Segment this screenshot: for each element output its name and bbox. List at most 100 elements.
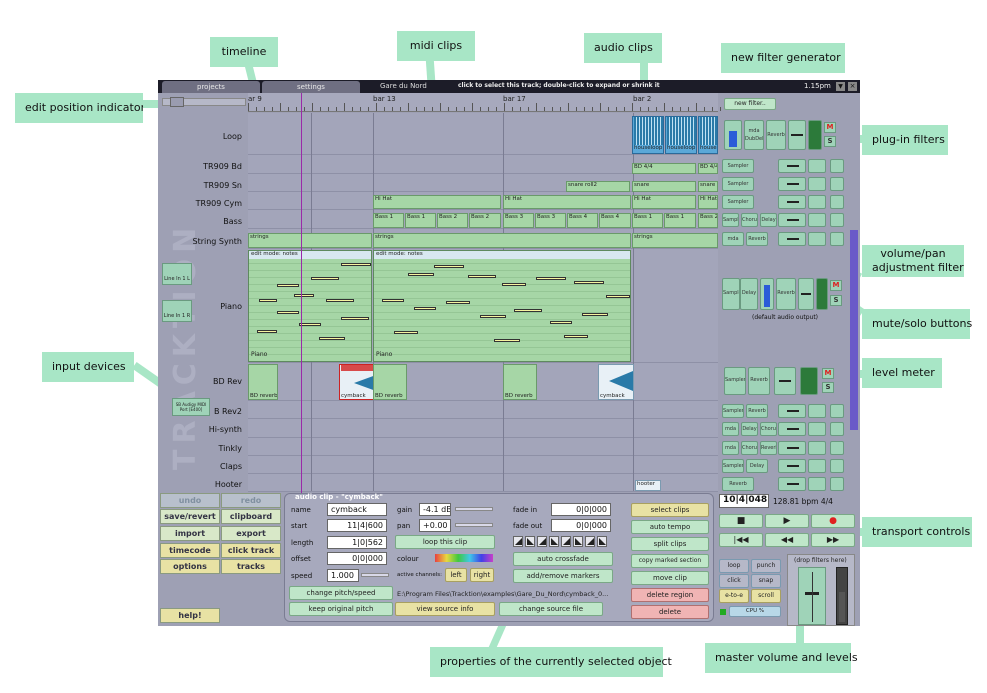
export-button[interactable]: export <box>221 526 281 541</box>
pan-slider[interactable] <box>455 523 493 527</box>
select-clips-button[interactable]: select clips <box>631 503 709 517</box>
lane-claps[interactable] <box>248 456 718 474</box>
midi-clip-bass-2[interactable]: Bass 2 <box>437 213 468 228</box>
mute-button[interactable]: M <box>822 368 834 379</box>
fade-shape-button[interactable] <box>561 536 571 547</box>
midi-note[interactable] <box>319 337 345 340</box>
plugin-level-meter[interactable] <box>808 404 826 418</box>
plugin-volume-pan[interactable] <box>778 477 806 491</box>
audio-clip-cymback[interactable]: cymback <box>598 364 634 400</box>
plugin-indicator[interactable] <box>830 195 844 209</box>
plugin-level-meter[interactable] <box>800 367 818 395</box>
right-channel-button[interactable]: right <box>470 568 494 582</box>
save-revert-button[interactable]: save/revert <box>160 509 220 524</box>
plugin-sampler[interactable]: Sampler <box>722 213 739 227</box>
track-name-tinkly[interactable]: Tinkly <box>158 444 246 453</box>
midi-note[interactable] <box>382 299 404 302</box>
plugin-sampler[interactable]: Sampler <box>722 159 754 173</box>
midi-note[interactable] <box>341 263 371 266</box>
clipboard-button[interactable]: clipboard <box>221 509 281 524</box>
track-name-bass[interactable]: Bass <box>158 217 246 226</box>
midi-clip-snare-roll[interactable]: snare roll2 <box>566 181 630 192</box>
track-scrollbar[interactable] <box>850 230 858 430</box>
midi-clip-bass-1[interactable]: Bass 1 <box>405 213 436 228</box>
split-clips-button[interactable]: split clips <box>631 537 709 551</box>
import-button[interactable]: import <box>160 526 220 541</box>
gain-slider[interactable] <box>455 507 493 511</box>
fade-shape-button[interactable] <box>525 536 535 547</box>
colour-picker[interactable] <box>435 554 493 562</box>
lane-bd-rev[interactable] <box>248 363 718 401</box>
midi-note[interactable] <box>408 273 434 276</box>
minimize-icon[interactable]: ▼ <box>836 82 845 91</box>
plugin-level-meter[interactable] <box>808 232 826 246</box>
move-clip-button[interactable]: move clip <box>631 571 709 585</box>
midi-clip-bass-1[interactable]: Bass 1 <box>664 213 696 228</box>
plugin-level-meter[interactable] <box>808 159 826 173</box>
plugin-sampler[interactable]: Sampler <box>722 177 754 191</box>
audio-clip-hooter[interactable]: hooter <box>635 480 661 491</box>
speed-slider[interactable] <box>361 573 389 577</box>
plugin-delay[interactable]: Delay <box>760 213 777 227</box>
audio-clip-houseloop[interactable]: houseloop <box>698 116 718 154</box>
plugin-chorus[interactable]: Chorus Filter <box>741 441 758 455</box>
plugin-sampler[interactable]: Sampler <box>724 367 746 395</box>
change-pitch-button[interactable]: change pitch/speed <box>289 586 393 600</box>
tab-settings[interactable]: settings <box>262 81 360 93</box>
plugin-level-meter[interactable] <box>808 422 826 436</box>
solo-button[interactable]: S <box>824 136 836 147</box>
plugin-mdaox[interactable]: mda DX <box>722 441 739 455</box>
plugin-chorus[interactable]: Chorus Filter <box>741 213 758 227</box>
audio-clip-bd-reverb[interactable]: BD reverb <box>373 364 407 400</box>
track-name-tr909bd[interactable]: TR909 Bd <box>158 162 246 171</box>
midi-clip-hihat[interactable]: Hi Hat <box>632 195 696 209</box>
plugin-reverb[interactable]: Reverb <box>722 477 754 491</box>
plugin-meter[interactable] <box>760 278 774 310</box>
plugin-sampler[interactable]: Sampler <box>722 404 744 418</box>
plugin-level-meter[interactable] <box>808 459 826 473</box>
click-track-button[interactable]: click track <box>221 543 281 558</box>
track-name-hooter[interactable]: Hooter <box>158 480 246 489</box>
plugin-volume-pan[interactable] <box>778 459 806 473</box>
audio-clip-houseloop[interactable]: houseloop <box>665 116 697 154</box>
e-to-e-toggle[interactable]: e-to-e <box>719 589 749 603</box>
plugin-indicator[interactable] <box>830 441 844 455</box>
plugin-indicator[interactable] <box>830 232 844 246</box>
midi-note[interactable] <box>414 307 436 310</box>
input-device-line-in-l[interactable]: Line In 1 L <box>162 263 192 285</box>
auto-crossfade-button[interactable]: auto crossfade <box>513 552 613 566</box>
audio-clip-bd-reverb[interactable]: BD reverb <box>503 364 537 400</box>
plugin-mda3xo[interactable]: mda 3XO <box>722 232 744 246</box>
delete-region-button[interactable]: delete region <box>631 588 709 602</box>
loop-toggle[interactable]: loop <box>719 559 749 573</box>
fade-out-field[interactable]: 0|0|000 <box>551 519 611 532</box>
input-device-line-in-r[interactable]: Line In 1 R <box>162 300 192 322</box>
track-name-string-synth[interactable]: String Synth <box>158 237 246 246</box>
solo-button[interactable]: S <box>822 382 834 393</box>
midi-note[interactable] <box>480 315 506 318</box>
timeline-ruler[interactable]: ar 9 bar 13 bar 17 bar 2 <box>248 93 721 112</box>
pan-field[interactable]: +0.00 <box>419 519 451 532</box>
track-name-hi-synth[interactable]: Hi-synth <box>158 425 246 434</box>
plugin-sampler[interactable]: Sampler <box>722 278 740 310</box>
left-channel-button[interactable]: left <box>445 568 467 582</box>
midi-note[interactable] <box>536 277 566 280</box>
plugin-volume-pan[interactable] <box>778 441 806 455</box>
plugin-mda3xo[interactable]: mda 3XO <box>722 422 739 436</box>
plugin-delay[interactable]: Delay <box>741 422 758 436</box>
fade-shape-button[interactable] <box>513 536 523 547</box>
plugin-reverb[interactable]: Reverb <box>748 367 770 395</box>
fade-shape-button[interactable] <box>585 536 595 547</box>
help-button[interactable]: help! <box>160 608 220 623</box>
midi-clip-strings[interactable]: strings <box>373 233 631 248</box>
midi-note[interactable] <box>299 323 321 326</box>
midi-clip-snare[interactable]: snare <box>698 181 718 192</box>
fast-forward-button[interactable]: ▶▶ <box>811 533 855 547</box>
midi-clip-bd44[interactable]: BD 4/4 <box>632 163 696 174</box>
punch-toggle[interactable]: punch <box>751 559 781 573</box>
plugin-indicator[interactable] <box>830 422 844 436</box>
plugin-delay[interactable]: Delay <box>746 459 768 473</box>
record-button[interactable]: ● <box>811 514 855 528</box>
midi-clip-bd44[interactable]: BD 4/4 <box>698 163 718 174</box>
loop-clip-button[interactable]: loop this clip <box>395 535 495 549</box>
